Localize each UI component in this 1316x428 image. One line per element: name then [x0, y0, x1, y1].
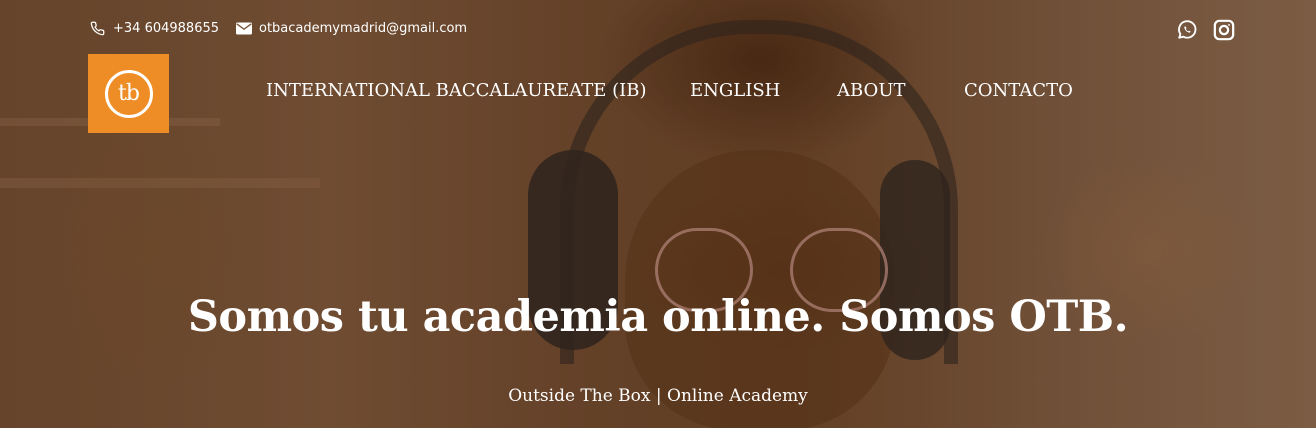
top-bar: +34 604988655 otbacademymadrid@gmail.com: [0, 0, 1316, 56]
email-address: otbacademymadrid@gmail.com: [259, 21, 468, 36]
phone-icon: [89, 20, 106, 37]
nav-item-ib[interactable]: INTERNATIONAL BACCALAUREATE (IB): [266, 80, 646, 101]
site-logo[interactable]: tb: [88, 54, 169, 133]
hero-headline: Somos tu academia online. Somos OTB.: [187, 292, 1129, 342]
hero-overlay: [0, 0, 1316, 428]
nav-item-about[interactable]: ABOUT: [837, 80, 906, 101]
logo-mark: tb: [104, 69, 153, 118]
hero-section: +34 604988655 otbacademymadrid@gmail.com: [0, 0, 1316, 428]
hero-subline: Outside The Box | Online Academy: [508, 386, 808, 406]
whatsapp-icon[interactable]: [1175, 18, 1199, 42]
logo-text: tb: [118, 81, 140, 106]
envelope-icon: [235, 20, 252, 37]
phone-link[interactable]: +34 604988655: [89, 20, 219, 37]
nav-item-english[interactable]: ENGLISH: [690, 80, 780, 101]
email-link[interactable]: otbacademymadrid@gmail.com: [235, 20, 467, 37]
instagram-icon[interactable]: [1212, 18, 1236, 42]
phone-number: +34 604988655: [113, 21, 220, 36]
nav-item-contacto[interactable]: CONTACTO: [964, 80, 1073, 101]
